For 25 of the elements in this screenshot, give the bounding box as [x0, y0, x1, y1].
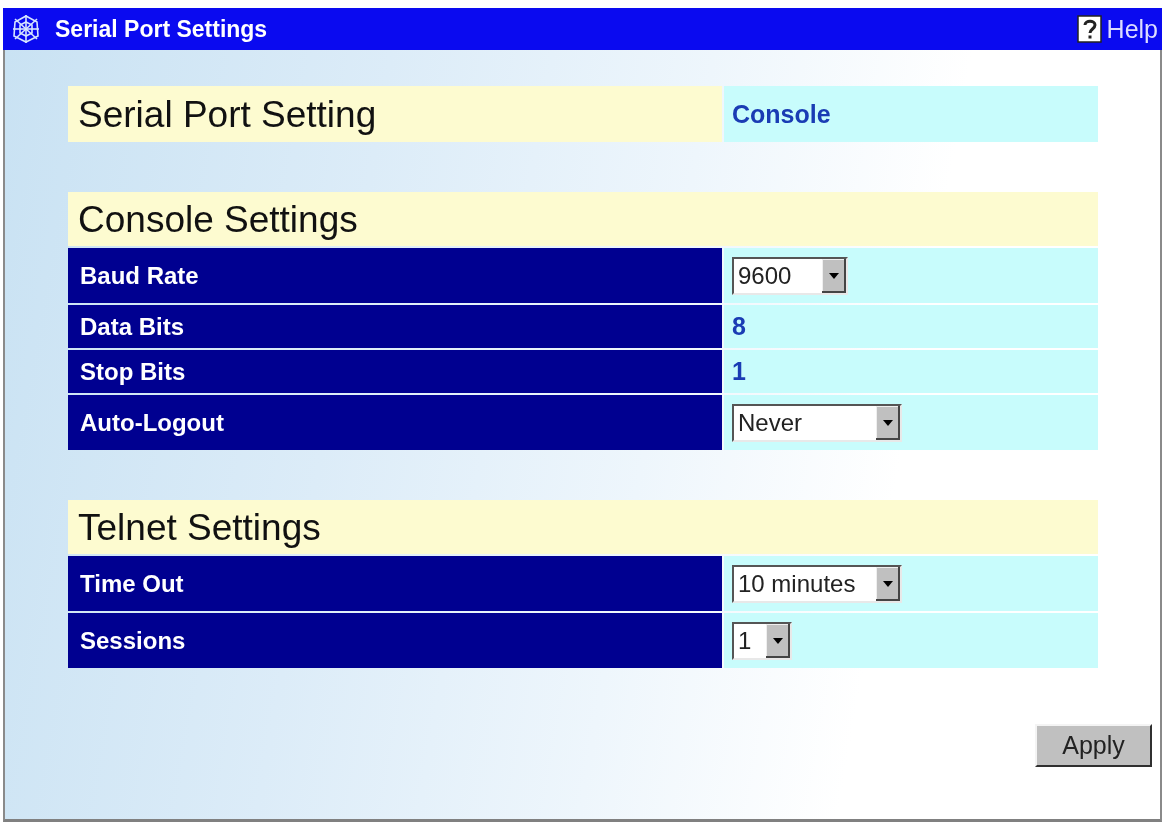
setting-value: 8 [732, 314, 746, 339]
caret-icon [876, 566, 900, 601]
help-icon [1076, 14, 1103, 44]
setting-label: Auto-Logout [79, 410, 224, 435]
help-link[interactable]: Help [1076, 14, 1158, 44]
page-heading: Serial Port Setting [78, 95, 377, 133]
dropdown[interactable]: Never [732, 403, 902, 442]
dropdown[interactable]: 9600 [732, 256, 848, 295]
apply-button[interactable]: Apply [1035, 724, 1152, 767]
window-title: Serial Port Settings [55, 17, 268, 41]
setting-label: Sessions [79, 628, 186, 653]
setting-label: Baud Rate [79, 263, 199, 288]
caret-icon [822, 258, 846, 293]
setting-value: 1 [732, 359, 746, 384]
setting-label: Data Bits [79, 314, 185, 339]
caret-icon [766, 623, 790, 658]
dropdown[interactable]: 10 minutes [732, 564, 902, 603]
caret-icon [876, 405, 900, 440]
section-title: Console Settings [78, 200, 358, 238]
dropdown[interactable]: 1 [732, 621, 792, 660]
section-title: Telnet Settings [78, 508, 321, 546]
setting-label: Stop Bits [79, 359, 186, 384]
web-icon [11, 14, 41, 44]
setting-label: Time Out [79, 571, 184, 596]
port-value: Console [732, 101, 831, 127]
